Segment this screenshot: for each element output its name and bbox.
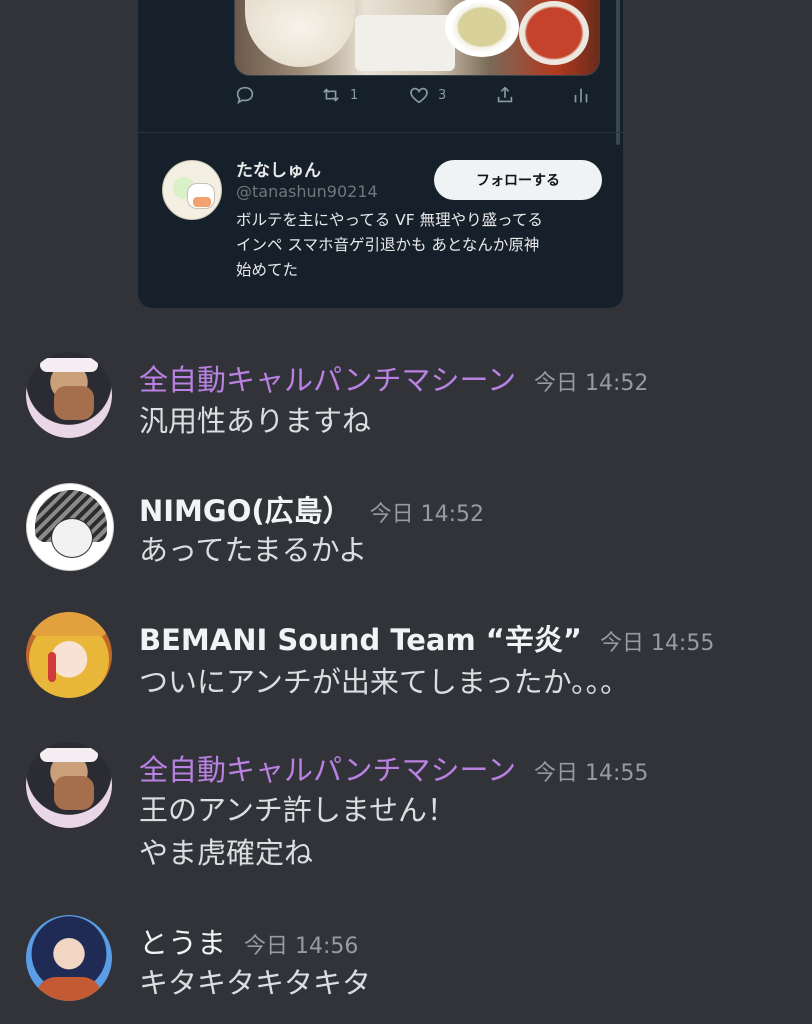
tweet-author-avatar[interactable] [162,160,222,220]
retweet-button[interactable]: 1 [320,84,408,106]
embed-scrollbar[interactable] [616,0,620,145]
user-avatar[interactable] [26,742,112,828]
reply-button[interactable] [234,84,320,106]
author-name[interactable]: とうま [139,926,226,960]
message-timestamp: 今日 14:56 [244,934,359,959]
author-name[interactable]: NIMGO(広島） [139,494,352,528]
embed-divider [138,132,623,133]
message-timestamp: 今日 14:55 [599,631,715,656]
rice-bowl-photo-part [245,0,355,67]
user-avatar[interactable] [26,612,112,698]
author-name[interactable]: 全自動キャルパンチマシーン [139,363,516,397]
message-text: あってたまるかよ [139,533,368,567]
avatar-detail [40,358,98,372]
share-icon [497,86,513,103]
tweet-embed[interactable]: 1 3 たなしゅん @tanashun90214 フォローする ボルテを主にやっ… [138,0,623,308]
message-timestamp: 今日 14:55 [534,761,649,786]
message-timestamp: 今日 14:52 [369,502,485,527]
message-author[interactable]: 全自動キャルパンチマシーン 今日 14:55 [139,752,648,792]
avatar-detail [193,197,211,207]
message-text: キタキタキタキタ [139,966,372,1000]
tweet-photo[interactable] [234,0,600,76]
retweet-icon [323,88,339,102]
message-text: 王のアンチ許しません！ [139,793,456,827]
avatar-detail [32,612,106,636]
like-count: 3 [438,87,447,103]
follow-button[interactable]: フォローする [434,160,602,200]
author-name[interactable]: BEMANI Sound Team “辛炎” [139,623,582,657]
soup-cup-photo-part [445,0,519,57]
tweet-author-bio: ボルテを主にやってる VF 無理やり盛ってる インペ スマホ音ゲ引退かも あとな… [236,208,606,283]
message-author[interactable]: NIMGO(広島） 今日 14:52 [139,493,484,533]
tweet-author-name[interactable]: たなしゅん [236,156,321,181]
heart-icon [410,87,428,104]
bio-line: 始めてた [236,261,299,279]
like-button[interactable]: 3 [408,84,494,106]
avatar-detail [48,652,56,682]
avatar-detail [36,977,102,1001]
avatar-detail [40,748,98,762]
message-author[interactable]: BEMANI Sound Team “辛炎” 今日 14:55 [139,622,714,662]
message-author[interactable]: 全自動キャルパンチマシーン 今日 14:52 [139,362,648,402]
message-author[interactable]: とうま 今日 14:56 [139,925,358,965]
bio-line: ボルテを主にやってる VF 無理やり盛ってる [236,211,543,229]
bio-line: インペ スマホ音ゲ引退かも あとなんか原神 [236,236,540,254]
message-timestamp: 今日 14:52 [534,371,649,396]
tweet-author-handle[interactable]: @tanashun90214 [236,182,378,201]
user-avatar[interactable] [26,915,112,1001]
analytics-icon [574,88,588,103]
share-button[interactable] [494,84,570,106]
avatar-detail [51,518,93,558]
tweet-actions: 1 3 [234,78,594,112]
message-text: やま虎確定ね [139,836,314,870]
avatar-detail [54,386,94,420]
retweet-count: 1 [350,87,359,103]
analytics-button[interactable] [570,84,592,106]
message-text: 汎用性ありますね [139,404,372,438]
plate-photo-part [355,15,455,71]
author-name[interactable]: 全自動キャルパンチマシーン [139,753,516,787]
message-text: ついにアンチが出来てしまったか。。。 [139,665,630,699]
reply-icon [236,86,254,105]
user-avatar[interactable] [26,352,112,438]
user-avatar[interactable] [26,483,114,571]
kimchi-photo-part [519,1,589,65]
avatar-detail [54,776,94,810]
